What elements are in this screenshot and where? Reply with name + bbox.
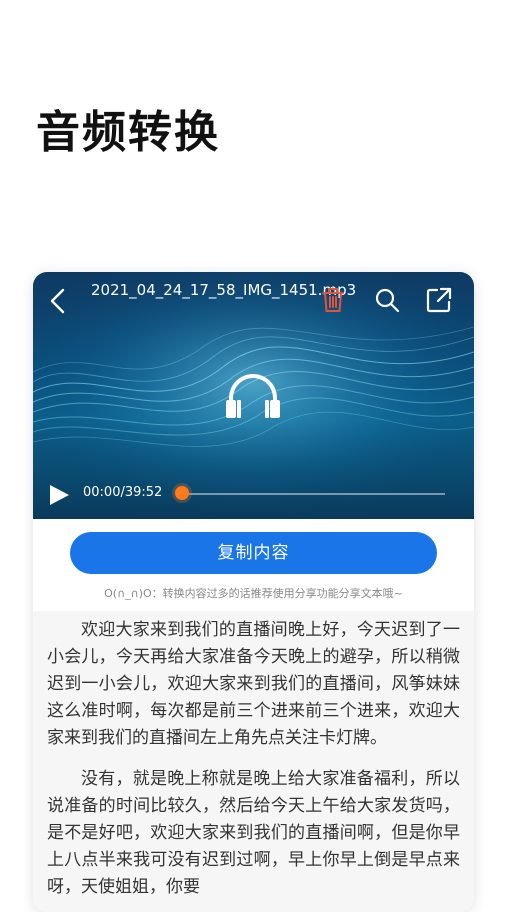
headphones-icon <box>226 374 280 418</box>
action-bar: 复制内容 O(∩_∩)O：转换内容过多的话推荐使用分享功能分享文本哦~ <box>33 519 474 611</box>
transcript-content: 欢迎大家来到我们的直播间晚上好，今天迟到了一小会儿，今天再给大家准备今天晚上的避… <box>33 611 474 901</box>
file-name: 2021_04_24_17_58_IMG_1451.mp3 <box>91 281 357 299</box>
audio-player: 2021_04_24_17_58_IMG_1451.mp3 00:00/39:5… <box>33 272 474 519</box>
search-icon[interactable] <box>373 286 401 314</box>
page-title: 音频转换 <box>36 107 220 158</box>
back-icon[interactable] <box>45 286 71 316</box>
progress-track[interactable] <box>183 493 445 495</box>
copy-content-button[interactable]: 复制内容 <box>70 532 437 574</box>
hint-text: O(∩_∩)O：转换内容过多的话推荐使用分享功能分享文本哦~ <box>104 587 403 600</box>
playback-time: 00:00/39:52 <box>83 485 163 500</box>
progress-thumb[interactable] <box>175 486 189 500</box>
transcript-paragraph: 没有，就是晚上称就是晚上给大家准备福利，所以说准备的时间比较久，然后给今天上午给… <box>47 769 460 897</box>
transcript-paragraph: 欢迎大家来到我们的直播间晚上好，今天迟到了一小会儿，今天再给大家准备今天晚上的避… <box>47 620 460 748</box>
trash-icon[interactable] <box>319 286 347 314</box>
share-icon[interactable] <box>425 286 453 314</box>
audio-card: 2021_04_24_17_58_IMG_1451.mp3 00:00/39:5… <box>33 272 474 912</box>
play-icon[interactable] <box>47 483 71 507</box>
